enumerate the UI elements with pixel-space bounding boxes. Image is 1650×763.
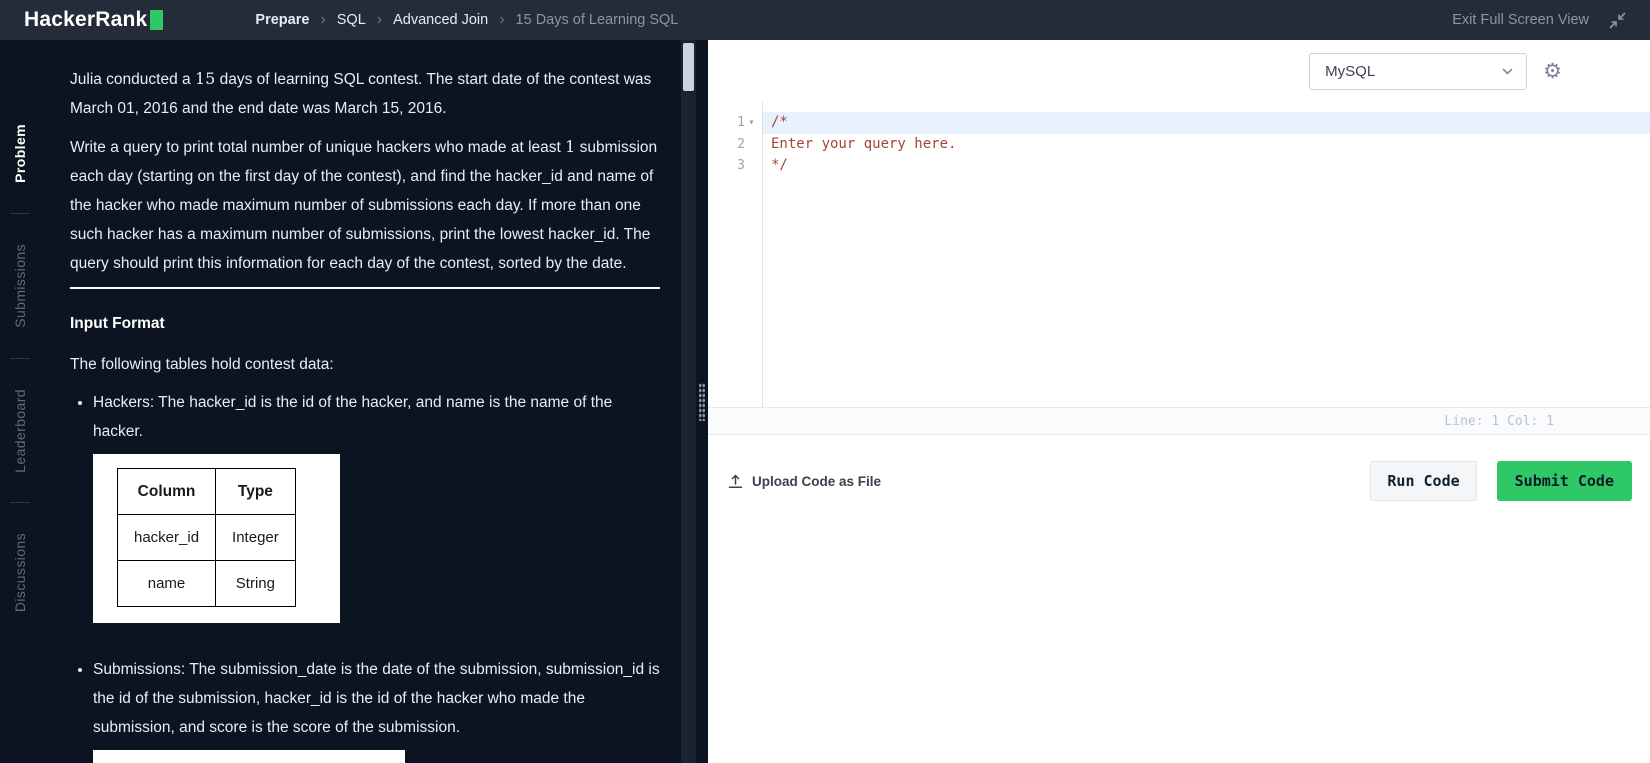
cursor-position-indicator: Line: 1 Col: 1	[1444, 414, 1554, 429]
logo-green-block-icon	[150, 10, 163, 30]
tab-submissions[interactable]: Submissions	[12, 214, 28, 358]
chevron-separator-icon: ›	[377, 12, 382, 28]
problem-paragraph-2: Write a query to print total number of u…	[70, 132, 660, 278]
table-cell: hacker_id	[118, 515, 216, 561]
hackers-table: Column Type hacker_id Integer name Strin…	[117, 468, 296, 607]
submit-code-button[interactable]: Submit Code	[1497, 461, 1632, 501]
gutter-line-3: 3	[708, 155, 762, 177]
upload-code-button[interactable]: Upload Code as File	[728, 474, 881, 489]
chevron-separator-icon: ›	[320, 12, 325, 28]
run-code-button[interactable]: Run Code	[1370, 461, 1476, 501]
code-line[interactable]: */	[763, 155, 1650, 177]
language-select-value: MySQL	[1325, 63, 1375, 80]
text: Write a query to print total number of u…	[70, 139, 565, 156]
code-line[interactable]: Enter your query here.	[763, 134, 1650, 156]
scrollbar-thumb[interactable]	[683, 43, 694, 91]
vertical-tabstrip: Problem Submissions Leaderboard Discussi…	[0, 40, 40, 763]
tables-bullet-list: Hackers: The hacker_id is the id of the …	[70, 388, 660, 763]
input-format-heading: Input Format	[70, 309, 660, 338]
fold-arrow-icon[interactable]: ▾	[745, 117, 758, 128]
collapse-fullscreen-icon[interactable]	[1609, 12, 1626, 29]
table-row: hacker_id Integer	[118, 515, 296, 561]
table-cell: String	[216, 561, 296, 607]
list-item: Submissions: The submission_date is the …	[93, 655, 660, 763]
text: Julia conducted a	[70, 71, 195, 88]
hackerrank-logo[interactable]: HackerRank	[24, 8, 163, 32]
line-number: 2	[737, 137, 745, 152]
hackers-table-image: Column Type hacker_id Integer name Strin…	[93, 454, 340, 623]
problem-statement: Julia conducted a 15 days of learning SQ…	[40, 40, 696, 763]
upload-code-label: Upload Code as File	[752, 474, 881, 489]
math-number: 1	[565, 137, 575, 156]
gutter-line-1: 1 ▾	[708, 112, 762, 134]
main-area: Problem Submissions Leaderboard Discussi…	[0, 40, 1650, 763]
hackerrank-challenge-page: HackerRank Prepare › SQL › Advanced Join…	[0, 0, 1650, 763]
editor-toolbar: MySQL ⚙	[708, 40, 1650, 102]
math-number: 15	[195, 69, 215, 88]
gutter-line-2: 2	[708, 134, 762, 156]
breadcrumb-advanced-join[interactable]: Advanced Join	[393, 12, 488, 28]
breadcrumb: Prepare › SQL › Advanced Join › 15 Days …	[255, 12, 678, 28]
exit-full-screen-link[interactable]: Exit Full Screen View	[1452, 12, 1589, 28]
tab-problem[interactable]: Problem	[12, 94, 28, 213]
editor-status-bar: Line: 1 Col: 1	[708, 407, 1650, 435]
line-number: 3	[737, 158, 745, 173]
code-input-area[interactable]: /* Enter your query here. */	[763, 102, 1650, 407]
breadcrumb-prepare[interactable]: Prepare	[255, 12, 309, 28]
submissions-table-description: Submissions: The submission_date is the …	[93, 661, 660, 736]
section-divider	[70, 287, 660, 289]
problem-panel: Problem Submissions Leaderboard Discussi…	[0, 40, 696, 763]
header-right-controls: Exit Full Screen View	[1452, 12, 1626, 29]
upload-icon	[728, 474, 743, 489]
code-line-active[interactable]: /*	[763, 112, 1650, 134]
chevron-down-icon	[1502, 68, 1513, 75]
editor-actions-bar: Upload Code as File Run Code Submit Code	[708, 435, 1650, 501]
table-row: name String	[118, 561, 296, 607]
column-header: Column	[118, 469, 216, 515]
table-cell: name	[118, 561, 216, 607]
chevron-separator-icon: ›	[499, 12, 504, 28]
breadcrumb-sql[interactable]: SQL	[337, 12, 366, 28]
line-number: 1	[737, 115, 745, 130]
editor-gutter: 1 ▾ 2 3	[708, 102, 763, 407]
column-header: Type	[216, 469, 296, 515]
hackers-table-description: Hackers: The hacker_id is the id of the …	[93, 394, 612, 440]
submissions-table-image: Column Type	[93, 750, 405, 763]
editor-settings-gear-icon[interactable]: ⚙	[1543, 61, 1562, 82]
breadcrumb-current-challenge: 15 Days of Learning SQL	[516, 12, 679, 28]
logo-text: HackerRank	[24, 8, 147, 32]
table-cell: Integer	[216, 515, 296, 561]
panel-resize-handle[interactable]	[696, 40, 708, 763]
tab-leaderboard[interactable]: Leaderboard	[12, 359, 28, 503]
tab-discussions[interactable]: Discussions	[12, 503, 28, 642]
text: submission each day (starting on the fir…	[70, 139, 657, 272]
code-editor-panel: MySQL ⚙ 1 ▾ 2	[708, 40, 1650, 763]
resize-grip-icon	[699, 383, 706, 421]
tables-intro: The following tables hold contest data:	[70, 350, 660, 379]
left-panel-scrollbar[interactable]	[681, 40, 696, 763]
list-item: Hackers: The hacker_id is the id of the …	[93, 388, 660, 647]
problem-paragraph-1: Julia conducted a 15 days of learning SQ…	[70, 64, 660, 123]
language-select[interactable]: MySQL	[1309, 53, 1527, 90]
top-header: HackerRank Prepare › SQL › Advanced Join…	[0, 0, 1650, 40]
code-editor[interactable]: 1 ▾ 2 3 /* Enter your query here. *	[708, 102, 1650, 407]
